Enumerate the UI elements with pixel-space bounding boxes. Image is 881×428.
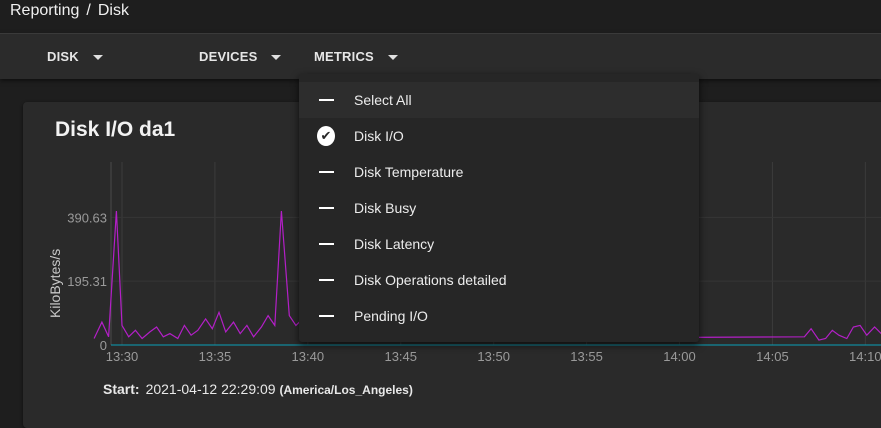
dash-glyph	[318, 99, 334, 101]
metrics-menu-item-label: Disk Operations detailed	[354, 272, 507, 288]
dash-icon	[317, 91, 335, 109]
metrics-menu-item-label: Disk Latency	[354, 236, 435, 252]
dash-glyph	[318, 243, 334, 245]
metrics-menu-item[interactable]: Pending I/O	[299, 298, 699, 334]
metrics-menu-item[interactable]: ✔ Disk I/O	[299, 118, 699, 154]
start-value: 2021-04-12 22:29:09	[145, 381, 276, 397]
x-tick-label: 13:55	[570, 349, 603, 364]
metrics-menu-item-label: Select All	[354, 92, 412, 108]
x-tick-label: 13:35	[199, 349, 232, 364]
x-tick-label: 13:40	[292, 349, 325, 364]
metrics-menu-item-label: Disk Busy	[354, 200, 417, 216]
x-tick-label: 13:30	[106, 349, 139, 364]
dash-glyph	[318, 171, 334, 173]
x-tick-label: 13:50	[477, 349, 510, 364]
x-tick-label: 13:45	[384, 349, 417, 364]
dash-glyph	[318, 207, 334, 209]
x-tick-label: 14:05	[756, 349, 789, 364]
metrics-menu-item-label: Disk I/O	[354, 128, 404, 144]
dash-icon	[317, 163, 335, 181]
dash-icon	[317, 307, 335, 325]
check-circle-icon: ✔	[317, 126, 335, 146]
dash-icon	[317, 199, 335, 217]
start-time: Start: 2021-04-12 22:29:09 (America/Los_A…	[103, 381, 413, 397]
metrics-menu-item-label: Disk Temperature	[354, 164, 464, 180]
reporting-page: Reporting / Disk DISK DEVICES METRICS Disk…	[0, 0, 881, 428]
dash-glyph	[318, 279, 334, 281]
metrics-menu-item[interactable]: Disk Latency	[299, 226, 699, 262]
metrics-menu: Select All ✔ Disk I/O Disk Temperature Disk …	[299, 74, 699, 342]
x-tick-label: 14:00	[663, 349, 696, 364]
check-glyph: ✔	[317, 126, 335, 146]
metrics-menu-item[interactable]: Disk Busy	[299, 190, 699, 226]
start-label: Start:	[103, 381, 140, 397]
metrics-menu-item[interactable]: Disk Temperature	[299, 154, 699, 190]
y-tick-label: 390.63	[67, 210, 107, 225]
dash-glyph	[318, 315, 334, 317]
metrics-menu-item-label: Pending I/O	[354, 308, 428, 324]
metrics-menu-item[interactable]: Disk Operations detailed	[299, 262, 699, 298]
start-timezone: (America/Los_Angeles)	[279, 383, 413, 397]
metrics-menu-item[interactable]: Select All	[299, 82, 699, 118]
y-tick-label: 195.31	[67, 274, 107, 289]
y-axis-label: KiloBytes/s	[47, 248, 63, 318]
y-tick-label: 0	[100, 338, 107, 353]
x-tick-label: 14:10	[849, 349, 881, 364]
dash-icon	[317, 271, 335, 289]
dash-icon	[317, 235, 335, 253]
